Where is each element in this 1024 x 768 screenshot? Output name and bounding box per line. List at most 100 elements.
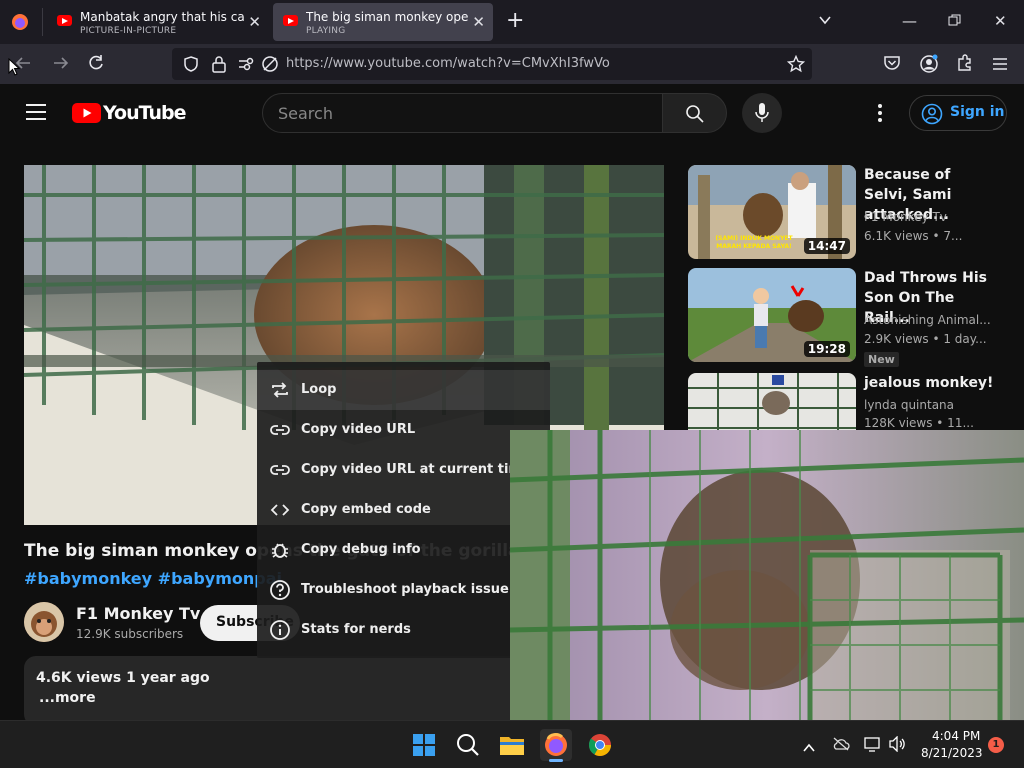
link-icon — [270, 425, 290, 435]
autoplay-blocked-icon[interactable] — [261, 55, 279, 77]
channel-name[interactable]: F1 Monkey Tv — [864, 210, 947, 224]
menu-item-copy-video-url[interactable]: Copy video URL — [257, 410, 550, 450]
channel-name[interactable]: lynda quintana — [864, 398, 954, 412]
recommended-video[interactable]: (SAMI) INDUK MONYET MARAH KEPADA SAYA! 1… — [688, 165, 1008, 259]
firefox-taskbar-button[interactable] — [540, 729, 572, 762]
video-meta: 6.1K views • 7... — [864, 229, 963, 243]
menu-item-stats-for-nerds[interactable]: Stats for nerds — [257, 610, 550, 650]
taskbar-search-button[interactable] — [452, 729, 484, 761]
onedrive-cloud-icon[interactable] — [832, 736, 850, 755]
active-app-indicator — [549, 759, 563, 762]
menu-item-troubleshoot-playback[interactable]: Troubleshoot playback issue — [257, 570, 550, 610]
tab-title: The big siman monkey opens the — [306, 10, 468, 24]
windows-logo-icon — [413, 734, 435, 756]
user-circle-icon — [921, 103, 943, 125]
list-tabs-chevron-icon[interactable] — [818, 12, 832, 31]
channel-name[interactable]: Astonishing Animal... — [864, 313, 991, 327]
search-icon — [457, 734, 479, 756]
close-tab-icon[interactable]: ✕ — [472, 13, 485, 31]
bug-icon — [272, 543, 288, 558]
picture-in-picture-window[interactable] — [510, 430, 1024, 720]
new-badge: New — [864, 352, 899, 367]
search-icon — [686, 105, 704, 123]
video-duration: 14:47 — [803, 238, 850, 254]
video-meta: 128K views • 11... — [864, 416, 974, 430]
info-icon — [270, 620, 290, 640]
close-window-icon[interactable]: ✕ — [994, 12, 1007, 30]
new-tab-icon[interactable]: + — [506, 8, 524, 33]
menu-item-label: Copy video URL at current time — [301, 462, 531, 477]
clock-time[interactable]: 4:04 PM — [932, 729, 980, 743]
tab-pip-video[interactable]: Manbatak angry that his cage is PICTURE-… — [47, 3, 269, 41]
menu-item-loop[interactable]: Loop — [257, 370, 550, 410]
player-context-menu: Loop Copy video URL Copy video URL at cu… — [257, 362, 550, 658]
youtube-logo[interactable]: YouTube — [72, 102, 186, 124]
menu-item-label: Copy embed code — [301, 502, 431, 517]
guide-menu-icon[interactable] — [26, 104, 46, 124]
sign-in-label: Sign in — [950, 104, 1005, 120]
network-icon[interactable] — [864, 736, 882, 756]
minimize-window-icon[interactable]: — — [902, 12, 917, 30]
close-tab-icon[interactable]: ✕ — [248, 13, 261, 31]
sign-in-button[interactable]: Sign in — [909, 95, 1007, 131]
video-thumbnail[interactable]: (SAMI) INDUK MONYET MARAH KEPADA SAYA! 1… — [688, 165, 856, 259]
video-duration: 19:28 — [803, 341, 850, 357]
restore-window-icon[interactable] — [948, 13, 961, 31]
forward-arrow-icon[interactable] — [52, 54, 70, 76]
tab-title: Manbatak angry that his cage is — [80, 10, 245, 24]
subscriber-count: 12.9K subscribers — [76, 627, 184, 641]
tab-playing-video[interactable]: The big siman monkey opens the PLAYING ✕ — [273, 3, 493, 41]
browser-nav-bar: https://www.youtube.com/watch?v=CMvXhI3f… — [0, 44, 1024, 84]
browser-tab-strip: Manbatak angry that his cage is PICTURE-… — [0, 0, 1024, 44]
chrome-taskbar-button[interactable] — [584, 729, 616, 761]
tab-divider — [42, 8, 43, 36]
file-explorer-button[interactable] — [496, 729, 528, 761]
video-title[interactable]: jealous monkey! — [864, 373, 994, 393]
firefox-view-icon[interactable] — [10, 12, 30, 32]
show-hidden-icons-chevron-icon[interactable] — [802, 738, 816, 757]
folder-icon — [500, 737, 524, 755]
voice-search-button[interactable] — [742, 93, 782, 133]
lock-icon[interactable] — [211, 55, 227, 77]
youtube-logo-text: YouTube — [103, 102, 186, 124]
menu-item-label: Copy debug info — [301, 542, 421, 557]
account-icon[interactable] — [919, 54, 939, 78]
recommended-video[interactable]: 19:28 Dad Throws His Son On The Rail... … — [688, 268, 1008, 367]
video-hashtags[interactable]: #babymonkey #babymonpai — [24, 569, 282, 588]
app-menu-hamburger-icon[interactable] — [992, 56, 1008, 75]
extensions-puzzle-icon[interactable] — [956, 54, 974, 76]
pip-video-frame-image — [510, 430, 1024, 720]
tab-status: PLAYING — [306, 26, 346, 36]
search-button[interactable] — [662, 93, 727, 133]
youtube-favicon-icon — [283, 15, 298, 26]
url-text[interactable]: https://www.youtube.com/watch?v=CMvXhI3f… — [286, 56, 610, 71]
volume-speaker-icon[interactable] — [888, 735, 906, 756]
start-button[interactable] — [408, 729, 440, 761]
bookmark-star-icon[interactable] — [786, 54, 806, 77]
channel-avatar[interactable] — [24, 602, 64, 642]
chrome-icon — [588, 734, 611, 756]
pocket-icon[interactable] — [883, 55, 901, 75]
permissions-icon[interactable] — [238, 56, 256, 76]
search-placeholder: Search — [278, 104, 333, 123]
notification-badge[interactable]: 1 — [988, 737, 1004, 753]
mouse-cursor-icon — [8, 57, 21, 80]
tracking-shield-icon[interactable] — [182, 55, 200, 77]
menu-item-copy-video-url-current-time[interactable]: Copy video URL at current time — [257, 450, 550, 490]
loop-icon — [272, 382, 288, 398]
reload-icon[interactable] — [87, 54, 105, 76]
video-thumbnail[interactable]: 19:28 — [688, 268, 856, 362]
menu-item-copy-embed-code[interactable]: Copy embed code — [257, 490, 550, 530]
search-input[interactable]: Search — [262, 93, 663, 133]
windows-taskbar: 4:04 PM 8/21/2023 1 — [0, 720, 1024, 768]
menu-item-label: Troubleshoot playback issue — [301, 582, 509, 597]
menu-item-copy-debug-info[interactable]: Copy debug info — [257, 530, 550, 570]
more-link[interactable]: ...more — [39, 690, 96, 706]
address-bar[interactable]: https://www.youtube.com/watch?v=CMvXhI3f… — [172, 48, 812, 80]
menu-item-label: Loop — [301, 382, 337, 397]
code-icon — [270, 504, 290, 516]
settings-more-icon[interactable] — [878, 104, 882, 126]
channel-name[interactable]: F1 Monkey Tv — [76, 604, 200, 623]
clock-date[interactable]: 8/21/2023 — [921, 746, 983, 760]
microphone-icon — [755, 103, 769, 122]
